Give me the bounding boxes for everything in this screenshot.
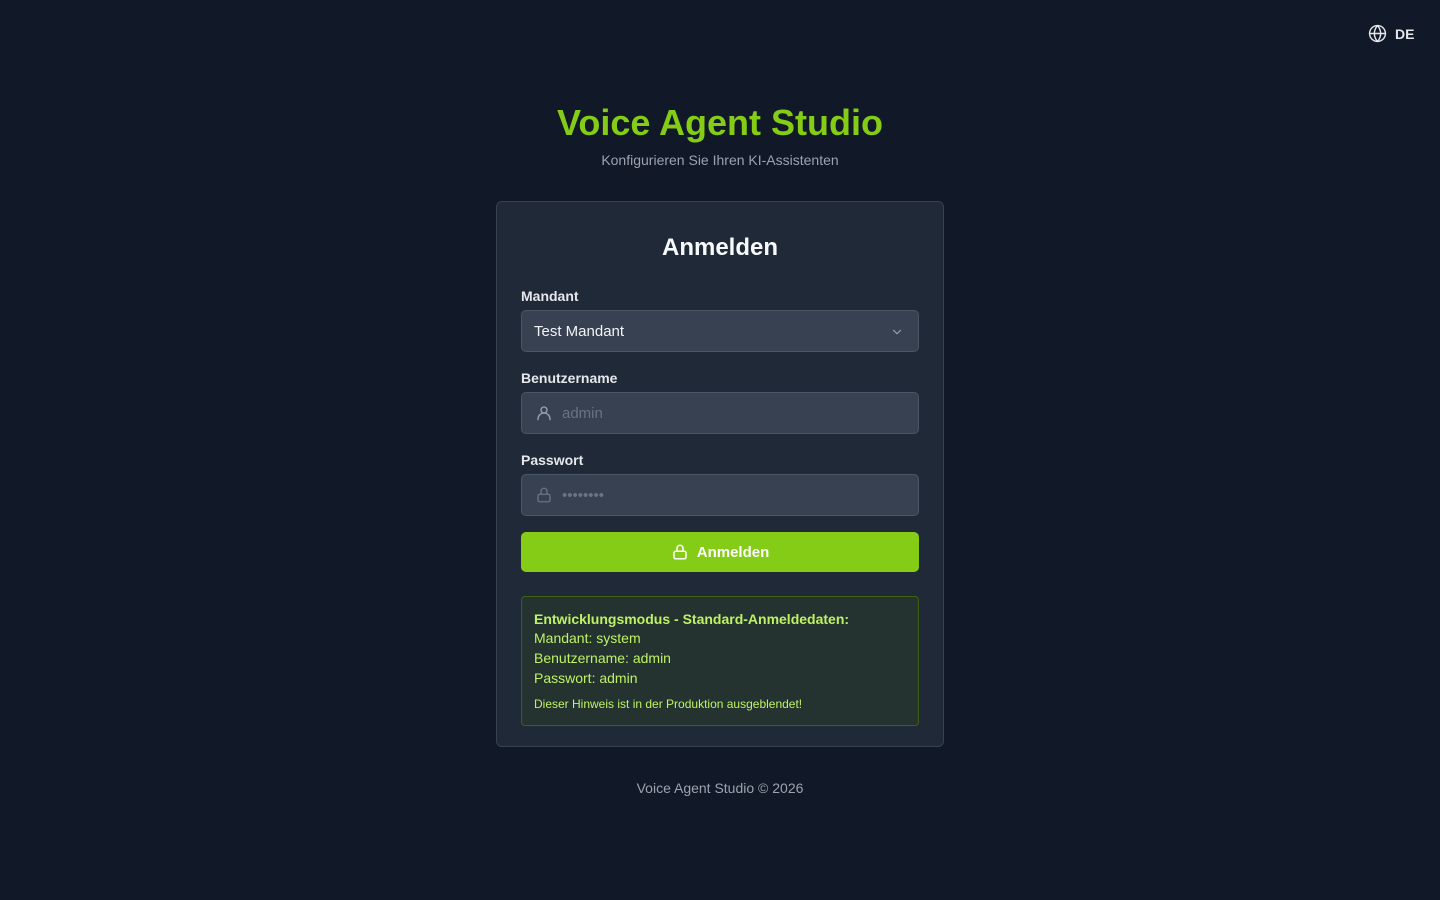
dev-note-hint: Dieser Hinweis ist in der Produktion aus… [534,697,803,711]
tenant-label: Mandant [521,288,579,304]
page-header: Voice Agent Studio Konfigurieren Sie Ihr… [0,100,1440,168]
dev-note-password: Passwort: admin [534,670,638,686]
user-icon [535,404,553,427]
language-code: DE [1395,25,1415,42]
password-input[interactable] [522,475,918,515]
globe-icon [1368,24,1387,43]
username-input[interactable] [522,393,918,433]
password-label: Passwort [521,452,584,468]
app-subtitle: Konfigurieren Sie Ihren KI-Assistenten [601,152,839,168]
lock-icon [535,486,553,509]
chevron-down-icon [890,325,904,344]
login-card: Anmelden Mandant Test Mandant Benutzerna… [496,201,944,747]
username-input-wrapper [521,392,919,434]
footer-copyright: Voice Agent Studio © 2026 [636,780,804,796]
dev-note-title: Entwicklungsmodus - Standard-Anmeldedate… [534,611,850,627]
lock-icon [671,543,689,561]
login-button-label: Anmelden [696,543,770,561]
login-title: Anmelden [661,234,778,261]
dev-credentials-notice: Entwicklungsmodus - Standard-Anmeldedate… [521,596,919,726]
password-field: Passwort [521,452,919,516]
tenant-field: Mandant Test Mandant [521,288,919,352]
tenant-select-value: Test Mandant [534,322,625,340]
dev-note-tenant: Mandant: system [534,630,641,646]
dev-note-username: Benutzername: admin [534,650,671,666]
password-input-wrapper [521,474,919,516]
username-label: Benutzername [521,370,618,386]
language-switcher[interactable]: DE [1368,24,1414,43]
app-title: Voice Agent Studio [556,102,883,143]
login-button[interactable]: Anmelden [521,532,919,572]
tenant-select[interactable]: Test Mandant [521,310,919,352]
username-field: Benutzername [521,370,919,434]
